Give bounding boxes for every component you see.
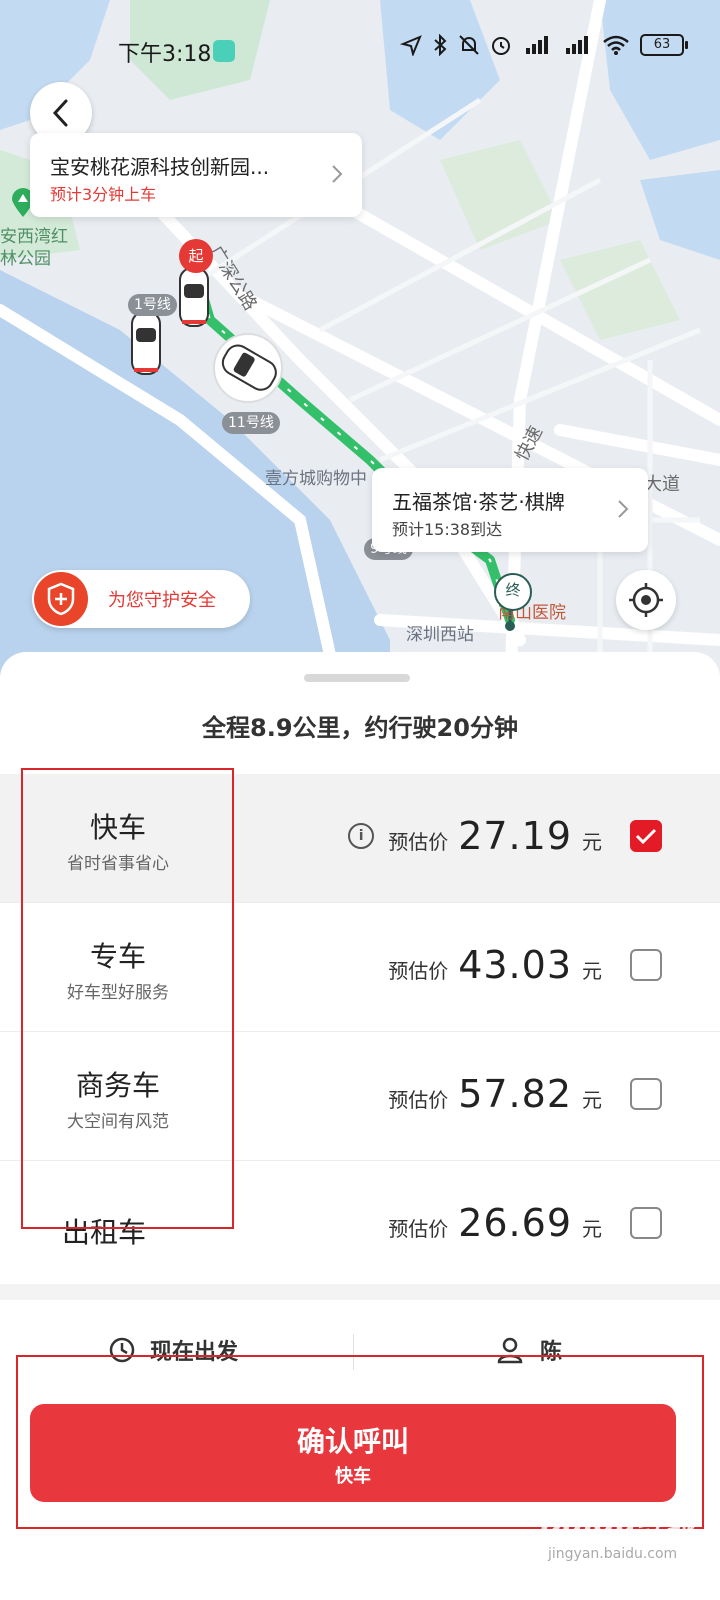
battery-level: 63 [640, 34, 684, 56]
location-arrow-icon [400, 35, 422, 56]
option-checkbox[interactable] [630, 820, 662, 852]
status-icons: 63 [400, 34, 688, 56]
price-value: 26.69 [458, 1201, 572, 1245]
wifi-icon [603, 35, 629, 55]
price-value: 27.19 [458, 814, 572, 858]
chevron-right-icon [332, 165, 343, 183]
bluetooth-icon [434, 34, 447, 56]
destination-eta: 预计15:38到达 [392, 520, 503, 539]
price-label: 预估价 [388, 830, 449, 854]
map-label-park: 安西湾红 林公园 [0, 227, 68, 269]
price-unit: 元 [582, 830, 602, 854]
option-price: 预估价 57.82 元 [388, 1072, 602, 1116]
map-label-avenue: 大道 [644, 474, 680, 495]
price-label: 预估价 [388, 1217, 449, 1241]
end-marker: 终 [494, 573, 532, 611]
price-label: 预估价 [388, 959, 449, 983]
status-bar: 下午3:18 63 [0, 30, 720, 70]
app-notification-icon [213, 40, 235, 62]
pickup-card[interactable]: 宝安桃花源科技创新园... 预计3分钟上车 [30, 133, 362, 217]
car-icon [213, 333, 283, 403]
safety-button[interactable]: 为您守护安全 [32, 570, 250, 628]
signal-hd-icon [566, 36, 588, 54]
chevron-right-icon [618, 500, 629, 518]
battery-icon: 63 [640, 34, 688, 56]
option-checkbox[interactable] [630, 1207, 662, 1239]
option-price: i 预估价 27.19 元 [348, 814, 602, 858]
price-value: 57.82 [458, 1072, 572, 1116]
crosshair-icon [629, 583, 663, 617]
price-unit: 元 [582, 959, 602, 983]
drag-handle[interactable] [304, 674, 410, 682]
price-unit: 元 [582, 1088, 602, 1112]
chevron-left-icon [52, 99, 68, 127]
route-summary: 全程8.9公里，约行驶20分钟 [202, 714, 518, 742]
price-unit: 元 [582, 1217, 602, 1241]
shield-plus-icon [34, 572, 88, 626]
safety-text: 为您守护安全 [108, 590, 216, 611]
info-icon[interactable]: i [348, 823, 375, 849]
watermark-logo: Baidu经验 [540, 1506, 697, 1541]
option-price: 预估价 43.03 元 [388, 943, 602, 987]
destination-card[interactable]: 五福茶馆·茶艺·棋牌 预计15:38到达 [372, 468, 648, 552]
watermark-url: jingyan.baidu.com [548, 1546, 678, 1562]
locate-button[interactable] [616, 570, 676, 630]
car-icon [179, 267, 209, 327]
status-time: 下午3:18 [118, 42, 212, 67]
option-checkbox[interactable] [630, 949, 662, 981]
option-checkbox[interactable] [630, 1078, 662, 1110]
car-icon [131, 311, 161, 375]
destination-name: 五福茶馆·茶艺·棋牌 [392, 490, 565, 514]
signal-hd-icon [526, 36, 548, 54]
highlight-box-options [21, 768, 234, 1229]
metro-line-badge: 1号线 [128, 294, 177, 316]
map-view[interactable]: 下午3:18 63 安西湾红 林公园 广深公路 壹方城购物中 快速 大道 南山医… [0, 0, 720, 700]
alarm-icon [492, 37, 510, 55]
start-marker: 起 [179, 239, 213, 273]
map-label-mall: 壹方城购物中 [265, 469, 367, 489]
check-icon [635, 828, 657, 845]
metro-line-badge: 11号线 [222, 412, 280, 434]
price-value: 43.03 [458, 943, 572, 987]
mute-icon [459, 35, 479, 55]
option-price: 预估价 26.69 元 [388, 1201, 602, 1245]
map-label-station: 深圳西站 [406, 625, 474, 645]
pickup-name: 宝安桃花源科技创新园... [50, 155, 270, 179]
price-label: 预估价 [388, 1088, 449, 1112]
pickup-eta: 预计3分钟上车 [50, 185, 157, 204]
section-divider [0, 1284, 720, 1300]
